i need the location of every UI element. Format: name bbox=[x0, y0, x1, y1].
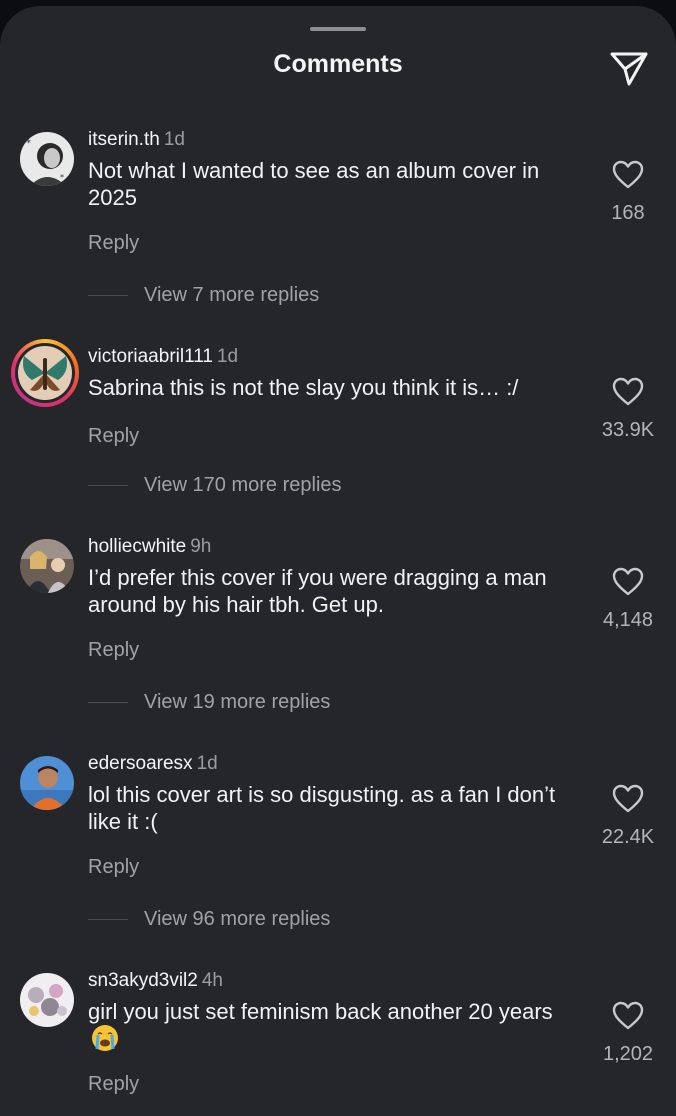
comment-time: 1d bbox=[196, 753, 218, 774]
avatar[interactable] bbox=[20, 539, 74, 593]
comment-text: lol this cover art is so disgusting. as … bbox=[88, 782, 556, 834]
comment-time: 1d bbox=[216, 346, 239, 367]
view-replies-button[interactable]: View 96 more replies bbox=[88, 908, 488, 932]
loudly-crying-face-emoji bbox=[92, 1025, 118, 1051]
heart-icon[interactable] bbox=[612, 784, 644, 814]
view-replies-button[interactable]: View 7 more replies bbox=[88, 284, 488, 308]
sheet-title: Comments bbox=[273, 50, 403, 78]
view-replies-label: View 7 more replies bbox=[144, 284, 320, 306]
username[interactable]: edersoaresx bbox=[88, 753, 193, 774]
comment-text: I’d prefer this cover if you were draggi… bbox=[88, 565, 547, 617]
comment-time: 1d bbox=[163, 129, 185, 150]
comment-text: girl you just set feminism back another … bbox=[88, 998, 578, 1053]
reply-button[interactable]: Reply bbox=[88, 856, 139, 879]
username[interactable]: holliecwhite bbox=[88, 536, 186, 557]
heart-icon[interactable] bbox=[612, 377, 644, 407]
view-replies-label: View 19 more replies bbox=[144, 691, 331, 713]
heart-icon[interactable] bbox=[612, 160, 644, 190]
divider bbox=[88, 702, 128, 703]
view-replies-label: View 96 more replies bbox=[144, 908, 331, 930]
heart-icon[interactable] bbox=[612, 1001, 644, 1031]
svg-text:*: * bbox=[26, 138, 31, 149]
svg-text:*: * bbox=[60, 173, 64, 182]
paper-plane-icon[interactable] bbox=[608, 48, 650, 88]
comment-time: 4h bbox=[201, 970, 223, 991]
avatar[interactable] bbox=[20, 756, 74, 810]
like-count: 168 bbox=[611, 202, 645, 224]
avatar[interactable] bbox=[20, 973, 74, 1027]
divider bbox=[88, 485, 128, 486]
comment-time: 9h bbox=[190, 536, 212, 557]
comment-text: Sabrina this is not the slay you think i… bbox=[88, 375, 519, 400]
view-replies-label: View 170 more replies bbox=[144, 474, 342, 496]
like-count: 1,202 bbox=[602, 1043, 654, 1065]
comment-text: Not what I wanted to see as an album cov… bbox=[88, 158, 540, 210]
avatar[interactable]: * * bbox=[20, 132, 74, 186]
heart-icon[interactable] bbox=[612, 567, 644, 597]
reply-button[interactable]: Reply bbox=[88, 1073, 139, 1096]
divider bbox=[88, 295, 128, 296]
username[interactable]: sn3akyd3vil2 bbox=[88, 970, 198, 991]
username[interactable]: itserin.th bbox=[88, 129, 160, 150]
reply-button[interactable]: Reply bbox=[88, 232, 139, 255]
view-replies-button[interactable]: View 19 more replies bbox=[88, 691, 488, 715]
like-count: 22.4K bbox=[601, 826, 655, 848]
sheet-grabber-handle[interactable] bbox=[310, 27, 366, 31]
username[interactable]: victoriaabril111 bbox=[88, 346, 213, 367]
reply-button[interactable]: Reply bbox=[88, 639, 139, 662]
like-count: 33.9K bbox=[601, 419, 655, 441]
avatar[interactable] bbox=[11, 339, 79, 407]
comment-text-body: girl you just set feminism back another … bbox=[88, 999, 553, 1024]
divider bbox=[88, 919, 128, 920]
reply-button[interactable]: Reply bbox=[88, 425, 139, 448]
view-replies-button[interactable]: View 170 more replies bbox=[88, 474, 488, 498]
comments-sheet: Comments * * itserin.th 1d Not what I wan… bbox=[0, 6, 676, 1116]
like-count: 4,148 bbox=[602, 609, 654, 631]
